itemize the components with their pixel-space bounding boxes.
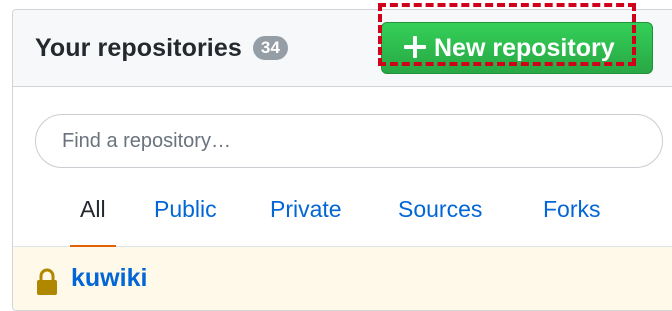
repositories-panel: Your repositories 34 New repository All … [12, 9, 672, 311]
tab-sources[interactable]: Sources [398, 196, 482, 246]
new-repository-button[interactable]: New repository [381, 22, 653, 74]
find-repository-input[interactable] [35, 114, 663, 168]
tab-private[interactable]: Private [270, 196, 342, 246]
repository-name-link[interactable]: kuwiki [71, 264, 147, 293]
lock-icon [37, 268, 57, 295]
plus-icon [404, 36, 426, 58]
repository-filter-tabs: All Public Private Sources Forks [13, 196, 672, 248]
repositories-header: Your repositories 34 New repository [13, 10, 672, 87]
tab-all[interactable]: All [70, 196, 115, 248]
repository-count-badge: 34 [252, 36, 288, 60]
new-repository-button-content: New repository [404, 34, 615, 63]
repository-list-item: kuwiki [13, 247, 672, 310]
new-repository-button-label: New repository [434, 34, 615, 62]
panel-title-text: Your repositories [35, 34, 242, 62]
panel-title: Your repositories 34 [35, 34, 288, 63]
tab-public[interactable]: Public [154, 196, 217, 246]
tab-forks[interactable]: Forks [543, 196, 601, 246]
